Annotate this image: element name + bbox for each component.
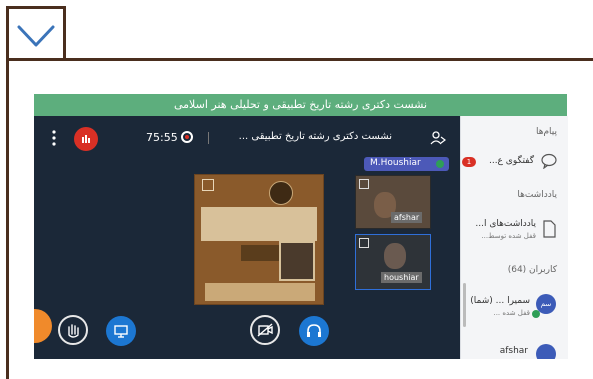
slide-speaker-photo [279,241,315,281]
mic-icon [436,160,444,168]
participant-name-label: afshar [391,212,423,223]
join-audio-button[interactable] [299,316,329,346]
leave-audio-button[interactable] [74,127,98,151]
video-expand-icon[interactable] [359,238,369,248]
record-dot-icon [185,135,189,139]
hand-icon [68,324,79,338]
user-list-item[interactable]: afshar [462,340,562,359]
audio-bars-icon [82,135,90,143]
participant-video-houshiar[interactable]: houshiar [355,234,431,290]
chevron-down-icon [17,25,55,47]
collapse-button[interactable] [6,6,66,61]
avatar [536,344,556,359]
slide-caption-box [241,245,281,261]
shared-notes-label: یادداشت‌های ا... [475,219,536,229]
presenter-name: M.Houshiar [370,158,421,168]
headphones-icon [307,324,321,337]
mic-status-icon [532,310,540,318]
user-name: afshar [499,346,528,356]
share-screen-button[interactable] [106,316,136,346]
unread-badge: 1 [462,157,476,167]
slide-panel [201,207,317,241]
session-banner: نشست دکتری رشته تاریخ تطبیقی و تحلیلی هن… [34,94,567,116]
public-chat-item[interactable]: گفتگوی ع... 1 [462,150,562,176]
video-off-icon [257,323,273,337]
messages-heading: پیام‌ها [535,127,557,137]
meeting-title: نشست دکتری رشته تاریخ تطبیقی ... [238,131,392,142]
share-webcam-button[interactable] [250,315,280,345]
desktop-icon [114,325,128,338]
frame-top-border [6,58,593,61]
public-chat-label: گفتگوی ع... [488,156,534,166]
slide-expand-icon[interactable] [202,179,214,191]
slide-footer [205,283,315,301]
user-status: قفل شده ... [493,309,530,317]
chat-bubble-icon [541,153,557,169]
users-icon[interactable] [429,130,447,146]
file-icon [543,220,556,238]
raise-hand-button[interactable] [58,315,88,345]
notes-heading: یادداشت‌ها [517,190,557,200]
presenter-tag: M.Houshiar [364,157,449,171]
shared-notes-item[interactable]: یادداشت‌های ا... قفل شده توسط... [462,214,562,244]
shared-notes-status: قفل شده توسط... [481,232,536,240]
slide-logo [269,181,293,205]
user-name: سمیرا ... (شما) [470,296,530,306]
user-list-item[interactable]: سم سمیرا ... (شما) قفل شده ... [462,292,562,322]
presentation-slide [194,174,324,305]
participant-face [384,243,406,269]
users-heading: کاربران (64) [507,265,557,275]
session-timer: 75:55 [146,131,178,144]
frame-left-border [6,58,9,379]
video-expand-icon[interactable] [359,179,369,189]
recording-indicator[interactable] [181,131,193,143]
participant-video-afshar[interactable]: afshar [355,175,431,229]
participant-name-label: houshiar [381,272,422,283]
user-list-scrollbar[interactable] [463,283,466,327]
options-menu-icon[interactable] [50,129,58,147]
toolbar-divider [208,132,209,144]
